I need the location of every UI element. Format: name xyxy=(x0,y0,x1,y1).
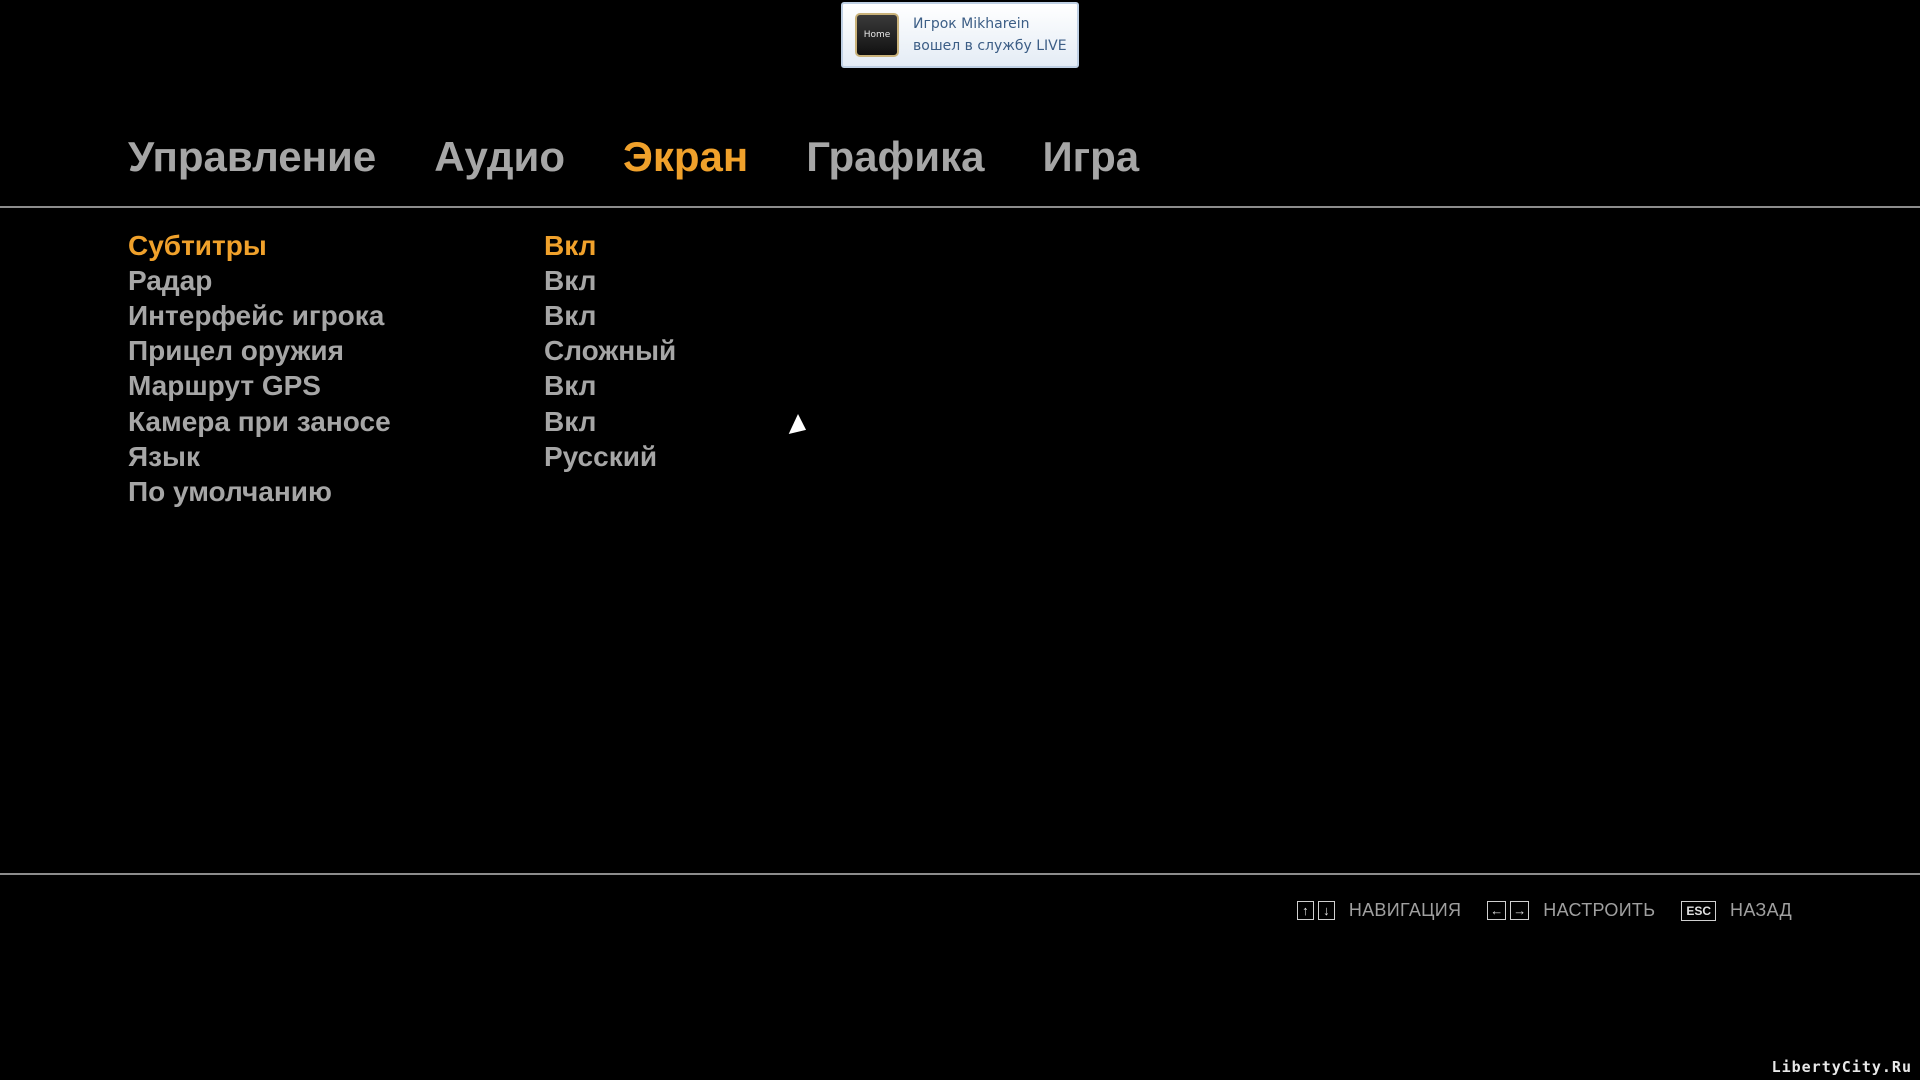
setting-row-restore-defaults[interactable]: По умолчанию xyxy=(128,474,828,509)
settings-list: Субтитры Вкл Радар Вкл Интерфейс игрока … xyxy=(128,228,828,510)
arrow-left-key-icon: ← xyxy=(1487,901,1507,920)
control-hints: ↑ ↓ НАВИГАЦИЯ ← → НАСТРОИТЬ ESC НАЗАД xyxy=(1271,900,1792,921)
setting-row-hud[interactable]: Интерфейс игрока Вкл xyxy=(128,298,828,333)
setting-label: Язык xyxy=(128,440,200,472)
hint-adjust: ← → НАСТРОИТЬ xyxy=(1487,900,1655,921)
setting-label: Интерфейс игрока xyxy=(128,299,385,331)
site-watermark: LibertyCity.Ru xyxy=(1771,1058,1912,1076)
home-icon: Home xyxy=(855,13,899,57)
hint-back-label: НАЗАД xyxy=(1730,900,1792,920)
tab-game[interactable]: Игра xyxy=(1042,133,1139,181)
setting-value[interactable]: Вкл xyxy=(544,230,596,262)
setting-label: Маршрут GPS xyxy=(128,370,321,402)
arrow-right-key-icon: → xyxy=(1510,901,1530,920)
tab-audio[interactable]: Аудио xyxy=(434,133,565,181)
notification-line-2: вошел в службу LIVE xyxy=(913,38,1067,54)
setting-row-radar[interactable]: Радар Вкл xyxy=(128,263,828,298)
hint-navigate: ↑ ↓ НАВИГАЦИЯ xyxy=(1296,900,1462,921)
restore-defaults-button[interactable]: По умолчанию xyxy=(128,476,544,508)
setting-row-subtitles[interactable]: Субтитры Вкл xyxy=(128,228,828,263)
header-divider xyxy=(0,206,1920,208)
live-notification: Home Игрок Mikharein вошел в службу LIVE xyxy=(841,2,1079,68)
setting-value[interactable]: Вкл xyxy=(544,300,596,332)
setting-value[interactable]: Русский xyxy=(544,441,657,473)
footer-divider xyxy=(0,873,1920,875)
notification-text: Игрок Mikharein вошел в службу LIVE xyxy=(913,13,1067,57)
setting-value[interactable]: Вкл xyxy=(544,370,596,402)
setting-label: Субтитры xyxy=(128,229,267,261)
setting-row-gps-route[interactable]: Маршрут GPS Вкл xyxy=(128,369,828,404)
setting-value[interactable]: Вкл xyxy=(544,406,596,438)
arrow-up-key-icon: ↑ xyxy=(1296,901,1314,920)
setting-value[interactable]: Сложный xyxy=(544,335,676,367)
setting-row-drift-camera[interactable]: Камера при заносе Вкл xyxy=(128,404,828,439)
hint-navigate-label: НАВИГАЦИЯ xyxy=(1348,900,1462,920)
notification-line-1: Игрок Mikharein xyxy=(913,16,1030,32)
setting-label: Прицел оружия xyxy=(128,335,344,367)
setting-label: Радар xyxy=(128,264,213,296)
setting-value[interactable]: Вкл xyxy=(544,265,596,297)
esc-key-icon: ESC xyxy=(1681,900,1717,921)
arrow-down-key-icon: ↓ xyxy=(1317,901,1335,920)
setting-row-reticle[interactable]: Прицел оружия Сложный xyxy=(128,334,828,369)
settings-tabs: Управление Аудио Экран Графика Игра xyxy=(128,133,1197,181)
hint-adjust-label: НАСТРОИТЬ xyxy=(1543,900,1656,920)
tab-display[interactable]: Экран xyxy=(623,133,748,181)
tab-graphics[interactable]: Графика xyxy=(806,133,984,181)
setting-row-language[interactable]: Язык Русский xyxy=(128,439,828,474)
settings-screen: Home Игрок Mikharein вошел в службу LIVE… xyxy=(0,0,1920,1080)
tab-controls[interactable]: Управление xyxy=(128,133,376,181)
setting-label: Камера при заносе xyxy=(128,405,391,437)
hint-back[interactable]: ESC НАЗАД xyxy=(1681,900,1792,921)
